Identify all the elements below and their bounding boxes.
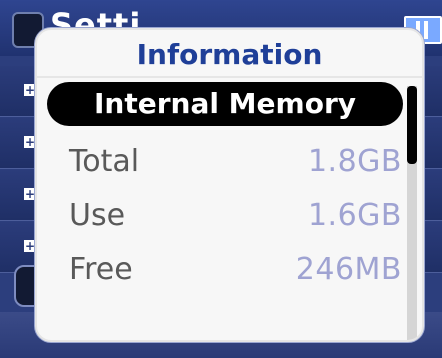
info-label: Free <box>69 252 133 287</box>
info-value: 1.6GB <box>307 198 402 233</box>
info-value: 1.8GB <box>307 144 402 179</box>
info-row-use: Use 1.6GB <box>47 192 402 240</box>
title-divider <box>37 76 422 78</box>
info-label: Use <box>69 198 126 233</box>
info-value: 246MB <box>295 252 402 287</box>
dialog-title: Information <box>136 38 323 71</box>
scrollbar-thumb[interactable] <box>407 86 417 164</box>
info-row-free: Free 246MB <box>47 246 402 294</box>
info-label: Total <box>69 144 140 179</box>
info-row-total: Total 1.8GB <box>47 138 402 186</box>
information-dialog: Information Internal Memory Total 1.8GB … <box>35 28 424 342</box>
section-header-internal-memory: Internal Memory <box>47 82 403 126</box>
